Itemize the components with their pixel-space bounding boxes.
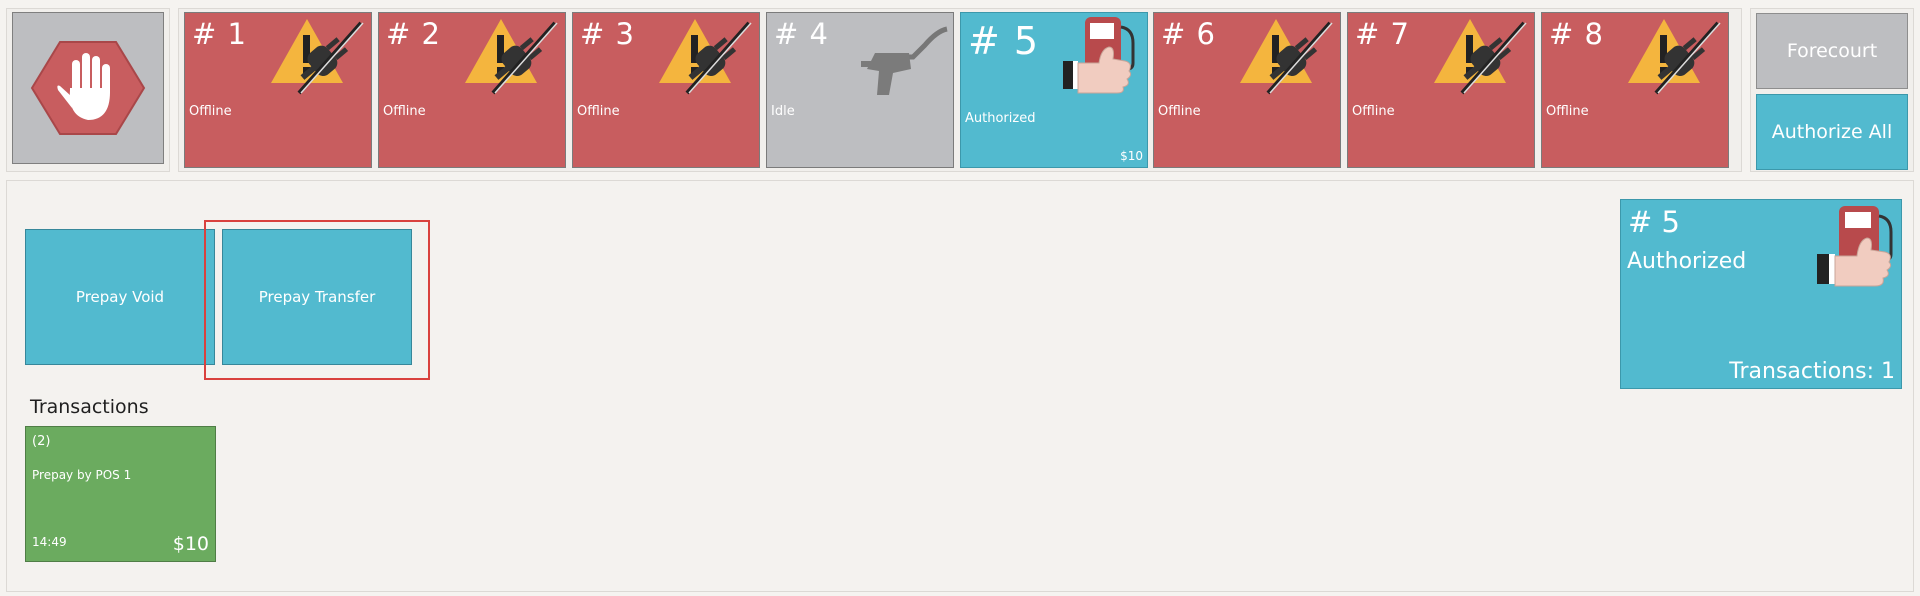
pump-8-tile[interactable]: # 8 Offline: [1541, 12, 1729, 168]
selected-pump-number: # 5: [1628, 205, 1680, 239]
pump-3-tile[interactable]: # 3 Offline: [572, 12, 760, 168]
pump-status: Offline: [577, 104, 620, 119]
pump-amount: $10: [1120, 149, 1143, 163]
pump-status: Authorized: [965, 111, 1036, 126]
pump-status: Offline: [1158, 104, 1201, 119]
fuel-pump-thumbs-up-icon: [1063, 17, 1135, 94]
forecourt-button[interactable]: Forecourt: [1756, 13, 1908, 89]
fuel-nozzle-icon: [861, 26, 948, 95]
pump-7-tile[interactable]: # 7 Offline: [1347, 12, 1535, 168]
pump-number: # 5: [968, 19, 1040, 63]
pump-number: # 1: [192, 17, 247, 51]
transaction-time: 14:49: [32, 535, 67, 549]
offline-warning-plug-icon: [465, 19, 558, 95]
fuel-pump-thumbs-up-icon: [1817, 206, 1893, 287]
pump-status: Offline: [1546, 104, 1589, 119]
pump-status: Offline: [189, 104, 232, 119]
transactions-heading: Transactions: [30, 396, 149, 418]
pump-5-tile[interactable]: # 5 Authorized $10: [960, 12, 1148, 168]
offline-warning-plug-icon: [659, 19, 752, 95]
pump-status: Offline: [1352, 104, 1395, 119]
offline-warning-plug-icon: [1628, 19, 1721, 95]
pump-2-tile[interactable]: # 2 Offline: [378, 12, 566, 168]
stop-hand-icon: [30, 41, 146, 135]
selected-pump-transactions: Transactions: 1: [1729, 359, 1895, 384]
transaction-card[interactable]: (2) Prepay by POS 1 14:49 $10: [25, 426, 216, 562]
pump-number: # 2: [386, 17, 441, 51]
pump-number: # 4: [774, 17, 829, 51]
pump-number: # 8: [1549, 17, 1604, 51]
transaction-count: (2): [32, 434, 51, 449]
pump-status: Offline: [383, 104, 426, 119]
pump-number: # 3: [580, 17, 635, 51]
emergency-stop-button[interactable]: [12, 12, 164, 164]
authorize-all-button[interactable]: Authorize All: [1756, 94, 1908, 170]
offline-warning-plug-icon: [1434, 19, 1527, 95]
offline-warning-plug-icon: [271, 19, 364, 95]
pump-status: Idle: [771, 104, 795, 119]
pump-1-tile[interactable]: # 1 Offline: [184, 12, 372, 168]
pump-number: # 6: [1161, 17, 1216, 51]
transaction-amount: $10: [172, 533, 209, 555]
transaction-description: Prepay by POS 1: [32, 468, 132, 482]
selected-pump-card: # 5 Authorized Transactions: 1: [1620, 199, 1902, 389]
offline-warning-plug-icon: [1240, 19, 1333, 95]
pump-4-tile[interactable]: # 4 Idle: [766, 12, 954, 168]
prepay-void-button[interactable]: Prepay Void: [25, 229, 215, 365]
pump-6-tile[interactable]: # 6 Offline: [1153, 12, 1341, 168]
selected-pump-status: Authorized: [1627, 249, 1747, 274]
pump-number: # 7: [1355, 17, 1410, 51]
prepay-transfer-highlight: [204, 220, 430, 380]
